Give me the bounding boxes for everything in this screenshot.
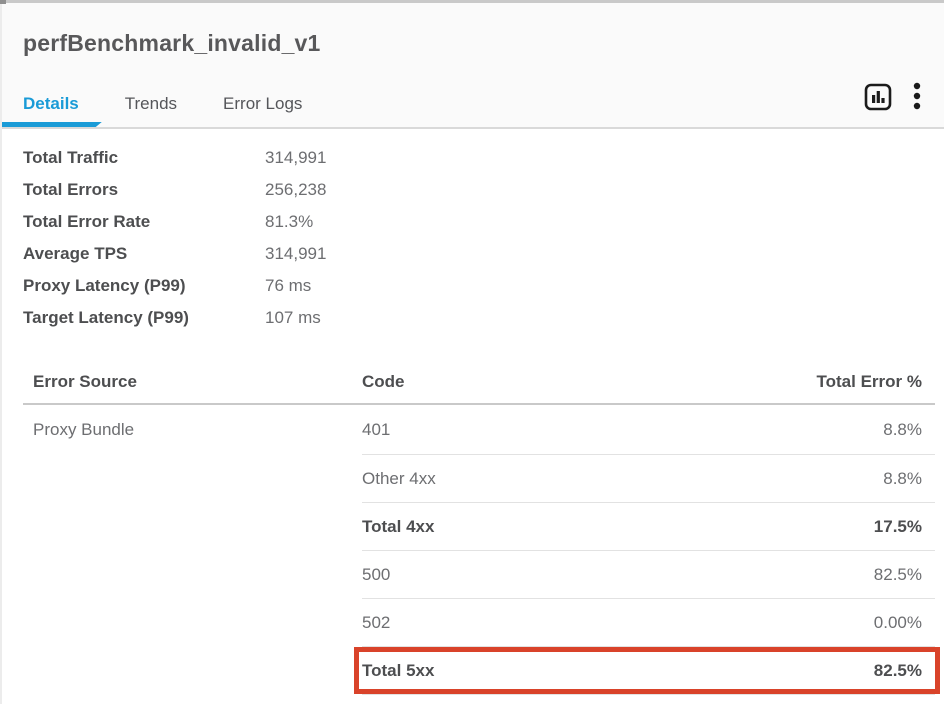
stat-label: Total Error Rate xyxy=(23,212,265,232)
table-row-401: 401 8.8% xyxy=(362,405,935,455)
stat-value: 107 ms xyxy=(265,308,321,328)
stat-label: Target Latency (P99) xyxy=(23,308,265,328)
tab-trends[interactable]: Trends xyxy=(102,85,200,129)
tab-error-logs[interactable]: Error Logs xyxy=(200,85,325,129)
stat-total-errors: Total Errors 256,238 xyxy=(23,174,326,206)
stat-value: 256,238 xyxy=(265,180,326,200)
summary-stats: Total Traffic 314,991 Total Errors 256,2… xyxy=(23,142,326,334)
stat-total-error-rate: Total Error Rate 81.3% xyxy=(23,206,326,238)
table-row-total-5xx: Total 5xx 82.5% xyxy=(362,647,935,695)
stat-value: 81.3% xyxy=(265,212,313,232)
code-rows: 401 8.8% Other 4xx 8.8% Total 4xx 17.5% … xyxy=(362,405,935,695)
table-body: Proxy Bundle 401 8.8% Other 4xx 8.8% Tot… xyxy=(23,405,935,695)
code-cell: 502 xyxy=(362,613,775,633)
top-edge-notch xyxy=(0,0,6,4)
panel-left-border xyxy=(0,0,2,704)
stat-proxy-latency: Proxy Latency (P99) 76 ms xyxy=(23,270,326,302)
stat-average-tps: Average TPS 314,991 xyxy=(23,238,326,270)
more-options-button[interactable] xyxy=(912,82,922,115)
column-header-code: Code xyxy=(362,372,775,392)
header-actions xyxy=(864,82,922,115)
pct-cell: 17.5% xyxy=(775,517,935,537)
top-edge-strip xyxy=(0,0,944,3)
code-cell: Total 4xx xyxy=(362,517,775,537)
code-cell: Other 4xx xyxy=(362,469,775,489)
stat-label: Proxy Latency (P99) xyxy=(23,276,265,296)
pct-cell: 8.8% xyxy=(775,469,935,489)
pct-cell: 82.5% xyxy=(775,565,935,585)
pct-cell: 0.00% xyxy=(775,613,935,633)
bar-chart-icon xyxy=(864,83,892,114)
stat-label: Total Errors xyxy=(23,180,265,200)
column-header-total-error-pct: Total Error % xyxy=(775,372,935,392)
column-header-error-source: Error Source xyxy=(23,372,362,392)
code-cell: 401 xyxy=(362,420,775,440)
table-row-other-4xx: Other 4xx 8.8% xyxy=(362,455,935,503)
stat-value: 314,991 xyxy=(265,244,326,264)
table-row-total-4xx: Total 4xx 17.5% xyxy=(362,503,935,551)
pct-cell: 82.5% xyxy=(775,661,935,681)
report-header: perfBenchmark_invalid_v1 Details Trends … xyxy=(0,3,944,129)
report-panel: perfBenchmark_invalid_v1 Details Trends … xyxy=(0,0,944,704)
kebab-menu-icon xyxy=(912,82,922,115)
table-row-502: 502 0.00% xyxy=(362,599,935,647)
stat-target-latency: Target Latency (P99) 107 ms xyxy=(23,302,326,334)
stat-value: 314,991 xyxy=(265,148,326,168)
tab-bar: Details Trends Error Logs xyxy=(0,85,325,129)
pct-cell: 8.8% xyxy=(775,420,935,440)
error-breakdown-table: Error Source Code Total Error % Proxy Bu… xyxy=(23,360,935,695)
stat-value: 76 ms xyxy=(265,276,311,296)
error-source-cell: Proxy Bundle xyxy=(23,405,362,695)
code-cell: 500 xyxy=(362,565,775,585)
code-cell: Total 5xx xyxy=(362,661,775,681)
chart-view-button[interactable] xyxy=(864,83,892,114)
stat-total-traffic: Total Traffic 314,991 xyxy=(23,142,326,174)
stat-label: Total Traffic xyxy=(23,148,265,168)
table-row-500: 500 82.5% xyxy=(362,551,935,599)
page-title: perfBenchmark_invalid_v1 xyxy=(23,30,321,57)
tab-details[interactable]: Details xyxy=(0,85,102,129)
stat-label: Average TPS xyxy=(23,244,265,264)
table-header-row: Error Source Code Total Error % xyxy=(23,360,935,405)
